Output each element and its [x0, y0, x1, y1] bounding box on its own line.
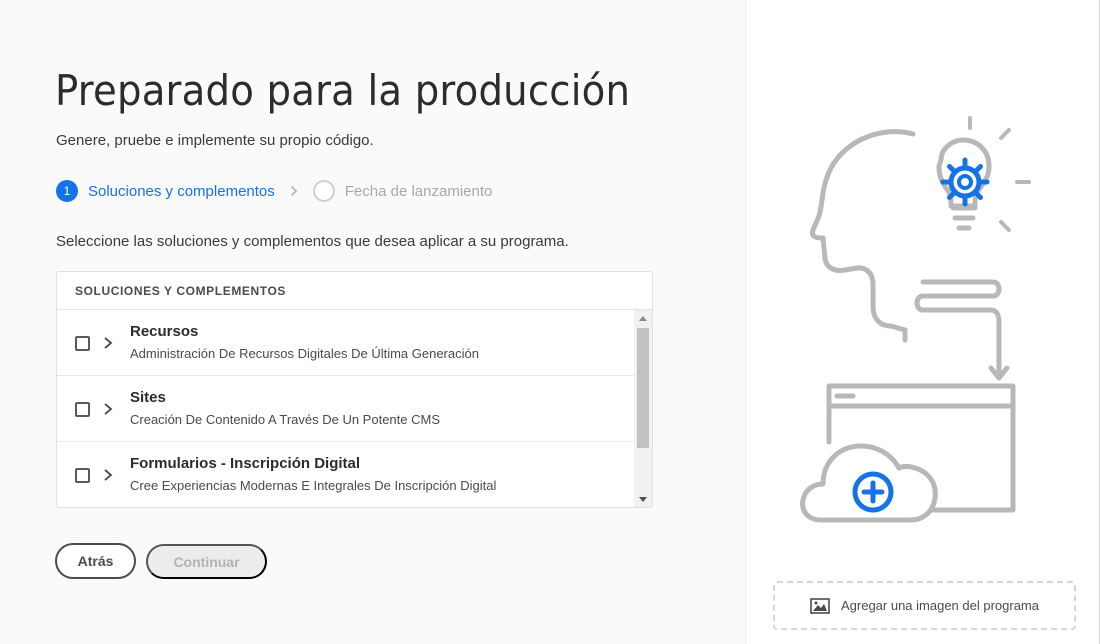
image-icon — [810, 597, 830, 614]
table-row: Sites Creación De Contenido A Través De … — [57, 376, 635, 442]
scroll-thumb[interactable] — [637, 328, 649, 448]
table-scrollbar[interactable] — [634, 310, 652, 507]
chevron-right-icon[interactable] — [101, 467, 115, 483]
step-2-label: Fecha de lanzamiento — [344, 182, 493, 200]
row-title: Recursos — [130, 323, 199, 340]
chevron-right-icon[interactable] — [101, 401, 115, 417]
solutions-table: SOLUCIONES Y COMPLEMENTOS Recursos Admin… — [56, 271, 653, 508]
add-program-image-button[interactable]: Agregar una imagen del programa — [773, 581, 1076, 630]
row-checkbox[interactable] — [75, 402, 90, 417]
step-1-label[interactable]: Soluciones y complementos — [88, 183, 275, 200]
main-panel: Preparado para la producción Genere, pru… — [0, 0, 745, 644]
scroll-up-arrow-icon[interactable] — [639, 316, 647, 321]
step-2-indicator — [312, 180, 335, 202]
chevron-right-icon[interactable] — [101, 335, 115, 351]
gear-icon — [940, 157, 990, 207]
head-outline-icon — [810, 129, 916, 343]
add-circle-icon — [852, 471, 894, 513]
row-description: Administración De Recursos Digitales De … — [130, 346, 479, 361]
page-subtitle: Genere, pruebe e implemente su propio có… — [56, 132, 374, 149]
table-rows: Recursos Administración De Recursos Digi… — [57, 310, 635, 507]
back-button[interactable]: Atrás — [55, 543, 136, 579]
page-title: Preparado para la producción — [55, 66, 631, 115]
scroll-down-arrow-icon[interactable] — [639, 497, 647, 502]
row-checkbox[interactable] — [75, 336, 90, 351]
table-row: Recursos Administración De Recursos Digi… — [57, 310, 635, 376]
continue-button[interactable]: Continuar — [146, 544, 267, 579]
row-title: Formularios - Inscripción Digital — [130, 455, 361, 472]
step-1-indicator: 1 — [56, 180, 78, 202]
row-description: Cree Experiencias Modernas E Integrales … — [130, 478, 497, 493]
add-image-label: Agregar una imagen del programa — [840, 598, 1039, 613]
row-title: Sites — [130, 389, 166, 406]
chevron-right-icon — [287, 184, 301, 198]
row-checkbox[interactable] — [75, 468, 90, 483]
table-header: SOLUCIONES Y COMPLEMENTOS — [57, 272, 652, 310]
instruction-text: Seleccione las soluciones y complementos… — [56, 233, 569, 250]
row-description: Creación De Contenido A Través De Un Pot… — [130, 412, 440, 427]
production-illustration — [800, 116, 1031, 523]
table-row: Formularios - Inscripción Digital Cree E… — [57, 442, 635, 507]
stepper: 1 Soluciones y complementos Fecha de lan… — [56, 179, 492, 203]
